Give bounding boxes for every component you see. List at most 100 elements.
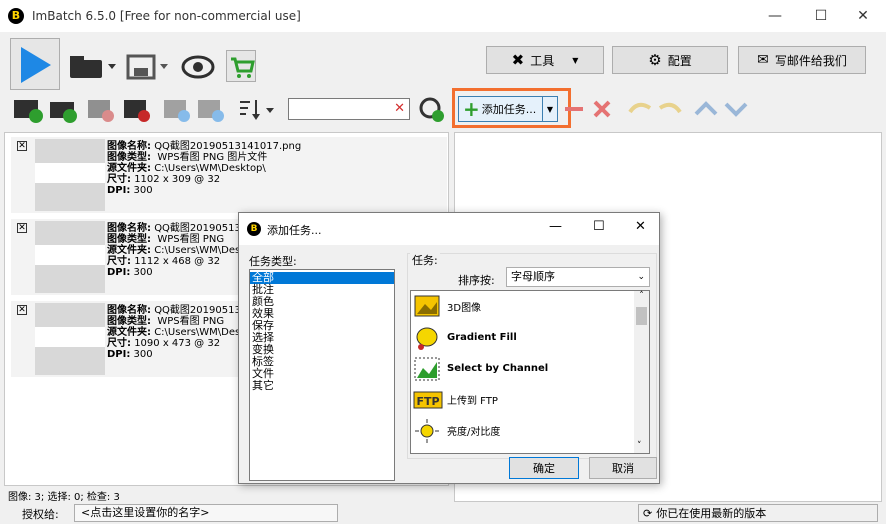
maximize-button[interactable]: ☐ [798,0,844,32]
category-item[interactable]: 其它 [250,380,394,392]
refresh-icon: ⟳ [643,506,653,520]
cancel-button[interactable]: 取消 [589,457,657,479]
add-task-dialog: B 添加任务... — ☐ ✕ 任务类型: 全部 批注 颜色 效果 保存 选择 … [238,212,660,484]
scroll-down-icon[interactable]: ˅ [637,441,642,451]
chevron-up-icon [694,101,718,116]
clear-filter-icon[interactable]: ✕ [394,101,405,116]
add-task-dropdown[interactable]: ▼ [542,96,558,122]
version-status[interactable]: ⟳ 你已在使用最新的版本 [638,504,878,522]
delete-icon [593,100,611,118]
task-item[interactable]: Select by Channel [413,353,633,384]
add-image-icon [14,100,43,123]
version-label: 你已在使用最新的版本 [656,507,767,520]
remove-image-button[interactable] [86,96,118,124]
image-meta: 图像名称: QQ截图20190513141017.png 图像类型: WPS看图… [107,141,302,196]
run-button[interactable] [10,38,60,90]
add-image-button[interactable] [12,96,48,124]
brightness-icon [415,418,439,443]
status-bar: 授权给: <点击这里设置你的名字> ⟳ 你已在使用最新的版本 [0,502,886,524]
move-down-image-button[interactable] [196,96,228,124]
folder-icon [70,56,116,78]
categories-label: 任务类型: [249,255,297,268]
dialog-title: 添加任务... [267,224,322,237]
remove-all-icon [124,100,150,122]
image-thumbnail [35,303,105,375]
email-label: 写邮件给我们 [774,53,847,68]
eye-icon [181,55,215,79]
dialog-maximize-button[interactable]: ☐ [593,219,605,234]
filter-input[interactable]: ✕ [288,98,410,120]
task-item[interactable]: FTP 上传到 FTP [413,384,633,415]
task-item[interactable]: 3D图像 [413,291,633,322]
dialog-title-bar: B 添加任务... — ☐ ✕ [239,213,659,245]
save-button[interactable] [126,54,172,80]
minimize-button[interactable]: — [752,0,798,32]
sort-by-label: 排序按: [458,274,495,287]
tools-button[interactable]: ✖ 工具 ▼ [486,46,604,74]
title-bar: B ImBatch 6.5.0 [Free for non-commercial… [0,0,886,32]
close-window-button[interactable]: ✕ [840,0,886,32]
gradient-fill-icon [416,327,438,350]
tools-icon: ✖ [511,51,525,69]
scroll-up-icon[interactable]: ˄ [634,291,649,301]
gear-icon: ⚙ [648,51,662,69]
image-down-icon [198,100,224,122]
scrollbar-thumb[interactable] [636,307,647,325]
image-thumbnail [35,139,105,211]
window-title: ImBatch 6.5.0 [Free for non-commercial u… [32,9,301,23]
category-list[interactable]: 全部 批注 颜色 效果 保存 选择 变换 标签 文件 其它 [249,269,395,481]
sort-button[interactable] [234,96,280,124]
sort-select[interactable]: 字母顺序 ⌄ [506,267,650,287]
dialog-minimize-button[interactable]: — [549,219,562,234]
remove-task-button[interactable] [562,96,586,122]
redo-button[interactable] [656,96,686,122]
ftp-icon: FTP [413,391,443,408]
add-folder-icon [50,102,77,123]
move-task-up-button[interactable] [692,96,720,122]
check-button[interactable] [416,96,448,124]
svg-text:FTP: FTP [416,395,439,408]
save-icon [126,54,168,80]
email-button[interactable]: ✉ 写邮件给我们 [738,46,866,74]
image-thumbnail [35,221,105,293]
undo-button[interactable] [624,96,654,122]
move-task-down-button[interactable] [722,96,750,122]
task-list-scrollbar[interactable]: ˄ ˅ [634,291,649,453]
chevron-down-icon: ▼ [572,55,579,65]
task-item[interactable]: Gradient Fill [413,322,633,353]
ok-button[interactable]: 确定 [509,457,579,479]
delete-task-button[interactable] [590,96,614,122]
undo-icon [628,102,652,114]
item-checkbox[interactable]: ✕ [17,305,27,315]
plus-icon: + [463,97,480,121]
image-counts: 图像: 3; 选择: 0; 检查: 3 [8,492,120,503]
item-checkbox[interactable]: ✕ [17,141,27,151]
add-folder-button[interactable] [48,96,82,124]
license-name-field[interactable]: <点击这里设置你的名字> [74,504,338,522]
cart-button[interactable] [226,50,256,82]
tasks-label: 任务: [410,252,440,268]
dialog-close-button[interactable]: ✕ [635,219,646,234]
license-label: 授权给: [22,508,59,521]
cart-icon [231,57,255,78]
move-up-image-button[interactable] [162,96,194,124]
tasks-group: 任务: 排序按: 字母顺序 ⌄ 3D图像 Gradient Fill Selec… [407,252,657,459]
chevron-down-icon: ⌄ [637,272,645,282]
config-button[interactable]: ⚙ 配置 [612,46,728,74]
task-list-box[interactable]: 3D图像 Gradient Fill Select by Channel FTP… [410,290,650,454]
image-meta: 图像名称: QQ截图20190513 图像类型: WPS看图 PNG 源文件夹:… [107,305,241,360]
3d-image-icon [414,295,440,316]
gear-check-icon [419,97,444,122]
task-item[interactable]: 亮度/对比度 [413,415,633,446]
sort-value: 字母顺序 [511,270,555,283]
redo-icon [658,102,682,114]
minus-icon [565,107,583,111]
chevron-down-icon [724,102,748,117]
image-up-icon [164,100,190,122]
image-meta: 图像名称: QQ截图20190513 图像类型: WPS看图 PNG 源文件夹:… [107,223,241,278]
item-checkbox[interactable]: ✕ [17,223,27,233]
preview-button[interactable] [180,52,216,82]
list-item[interactable]: ✕ 图像名称: QQ截图20190513141017.png 图像类型: WPS… [11,137,447,213]
remove-all-button[interactable] [122,96,154,124]
open-folder-button[interactable] [68,54,120,80]
